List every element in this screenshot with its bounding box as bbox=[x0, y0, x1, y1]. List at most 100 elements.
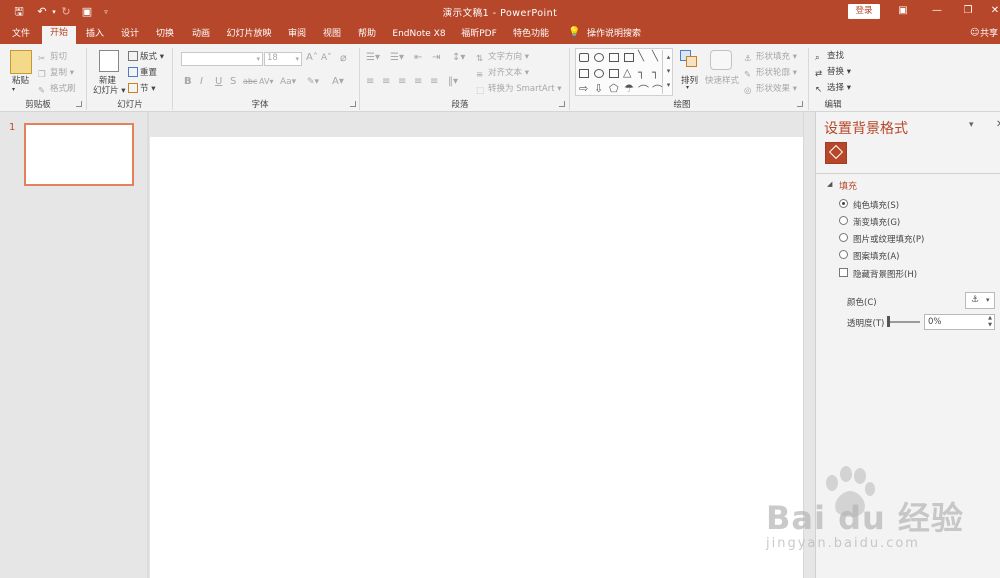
pane-options-icon[interactable]: ▾ bbox=[969, 120, 974, 130]
tab-design[interactable]: 设计 bbox=[115, 27, 145, 44]
tab-animations[interactable]: 动画 bbox=[186, 27, 216, 44]
gallery-scroll-icon[interactable]: ▴ ▾ ▾ bbox=[662, 50, 674, 94]
copy-button[interactable]: ❐ 复制 ▾ bbox=[38, 66, 74, 80]
font-launcher-icon[interactable] bbox=[350, 101, 356, 107]
shape-item[interactable]: ╲ bbox=[652, 51, 658, 62]
clipboard-launcher-icon[interactable] bbox=[76, 101, 82, 107]
columns-icon[interactable]: ‖▾ bbox=[448, 76, 458, 87]
section-button[interactable]: 节 ▾ bbox=[128, 82, 155, 94]
transparency-slider-handle[interactable] bbox=[887, 316, 890, 327]
tab-foxit-pdf[interactable]: 福昕PDF bbox=[454, 27, 504, 44]
shadow-button[interactable]: S bbox=[230, 76, 236, 87]
select-button[interactable]: ↖ 选择 ▾ bbox=[815, 81, 851, 95]
tell-me-search[interactable]: 操作说明搜索 bbox=[584, 27, 644, 44]
shrink-font-button[interactable]: A˅ bbox=[321, 53, 332, 63]
shape-item[interactable]: ┐ bbox=[638, 66, 645, 79]
shapes-gallery[interactable]: ╲ ╲ △ ┐ ┐ ⇨ ⇩ ⬠ ☂ ⌒ ⌒ bbox=[575, 48, 673, 98]
collapse-caret-icon[interactable]: ◢ bbox=[827, 180, 832, 188]
align-right-icon[interactable]: ≡ bbox=[398, 76, 406, 87]
color-picker-button[interactable]: ⚓ ▾ bbox=[965, 292, 995, 309]
grow-font-button[interactable]: A˄ bbox=[306, 52, 318, 63]
shape-item[interactable]: ⇨ bbox=[579, 82, 588, 95]
new-slide-icon[interactable] bbox=[99, 50, 119, 72]
cut-button[interactable]: ✂ 剪切 bbox=[38, 50, 67, 64]
align-text-button[interactable]: ≡ 对齐文本 ▾ bbox=[476, 66, 529, 80]
shape-item[interactable]: ⬠ bbox=[609, 82, 619, 95]
strikethrough-button[interactable]: abc bbox=[243, 77, 257, 86]
italic-button[interactable]: I bbox=[200, 76, 203, 87]
arrange-icon[interactable] bbox=[680, 50, 698, 68]
tab-view[interactable]: 视图 bbox=[317, 27, 347, 44]
font-color-button[interactable]: A▾ bbox=[332, 76, 344, 87]
shape-item[interactable]: △ bbox=[623, 66, 631, 79]
transparency-input[interactable]: 0% ▲ ▼ bbox=[924, 314, 995, 330]
pattern-fill-radio[interactable] bbox=[839, 250, 848, 259]
tab-insert[interactable]: 插入 bbox=[80, 27, 110, 44]
align-left-icon[interactable]: ≡ bbox=[366, 76, 374, 87]
font-size-combo[interactable]: 18 ▾ bbox=[264, 52, 302, 66]
change-case-button[interactable]: Aa▾ bbox=[280, 77, 296, 87]
picture-fill-label[interactable]: 图片或纹理填充(P) bbox=[853, 233, 924, 245]
solid-fill-label[interactable]: 纯色填充(S) bbox=[853, 199, 899, 211]
fill-section-title[interactable]: 填充 bbox=[839, 179, 857, 192]
shape-outline-button[interactable]: ✎ 形状轮廓 ▾ bbox=[744, 66, 797, 80]
fill-category-icon[interactable] bbox=[825, 142, 847, 164]
shape-item[interactable] bbox=[594, 69, 604, 78]
tab-transitions[interactable]: 切换 bbox=[150, 27, 180, 44]
login-button[interactable]: 登录 bbox=[848, 4, 880, 19]
reset-button[interactable]: 重置 bbox=[128, 66, 157, 78]
align-center-icon[interactable]: ≡ bbox=[382, 76, 390, 87]
slide-canvas[interactable] bbox=[150, 137, 803, 578]
layout-button[interactable]: 版式 ▾ bbox=[128, 50, 164, 62]
paste-icon[interactable] bbox=[10, 50, 32, 74]
shape-item[interactable]: ╲ bbox=[638, 51, 644, 62]
restore-icon[interactable]: ❐ bbox=[958, 3, 978, 19]
shape-item[interactable]: ☂ bbox=[624, 82, 634, 95]
hide-graphics-label[interactable]: 隐藏背景图形(H) bbox=[853, 268, 917, 280]
tab-endnote[interactable]: EndNote X8 bbox=[388, 27, 450, 44]
shape-item[interactable] bbox=[579, 53, 589, 62]
highlight-icon[interactable]: ✎▾ bbox=[307, 77, 319, 87]
shape-item[interactable]: ┐ bbox=[652, 66, 659, 79]
arrange-button[interactable]: 排列 bbox=[681, 74, 698, 86]
solid-fill-radio[interactable] bbox=[839, 199, 848, 208]
increase-indent-icon[interactable]: ⇥ bbox=[432, 52, 440, 63]
shape-item[interactable]: ⌒ bbox=[638, 82, 649, 98]
transparency-slider[interactable] bbox=[888, 321, 920, 323]
font-name-combo[interactable]: ▾ bbox=[181, 52, 263, 66]
shape-item[interactable] bbox=[594, 53, 604, 62]
shape-item[interactable] bbox=[609, 69, 619, 78]
shape-item[interactable] bbox=[609, 53, 619, 62]
gradient-fill-label[interactable]: 渐变填充(G) bbox=[853, 216, 900, 228]
close-icon[interactable]: ✕ bbox=[985, 3, 1000, 19]
tab-slideshow[interactable]: 幻灯片放映 bbox=[222, 27, 276, 44]
share-button[interactable]: 共享 bbox=[980, 27, 1000, 44]
format-painter-button[interactable]: ✎ 格式刷 bbox=[38, 82, 76, 96]
pattern-fill-label[interactable]: 图案填充(A) bbox=[853, 250, 899, 262]
underline-button[interactable]: U bbox=[215, 76, 222, 87]
tab-review[interactable]: 审阅 bbox=[282, 27, 312, 44]
hide-graphics-checkbox[interactable] bbox=[839, 268, 848, 277]
tab-home[interactable]: 开始 bbox=[42, 26, 76, 44]
distributed-icon[interactable]: ≡ bbox=[430, 76, 438, 87]
replace-button[interactable]: ⇄ 替换 ▾ bbox=[815, 65, 851, 79]
paragraph-launcher-icon[interactable] bbox=[559, 101, 565, 107]
slide-thumbnail[interactable] bbox=[24, 123, 134, 186]
quick-styles-button[interactable]: 快速样式 bbox=[705, 74, 739, 86]
numbering-icon[interactable]: ☰▾ bbox=[390, 52, 404, 63]
tab-help[interactable]: 帮助 bbox=[352, 27, 382, 44]
text-direction-button[interactable]: ⇅ 文字方向 ▾ bbox=[476, 50, 529, 64]
gradient-fill-radio[interactable] bbox=[839, 216, 848, 225]
line-spacing-icon[interactable]: ↕▾ bbox=[452, 52, 465, 63]
clear-format-icon[interactable]: ⌀ bbox=[340, 51, 347, 64]
shape-item[interactable] bbox=[579, 69, 589, 78]
bold-button[interactable]: B bbox=[184, 76, 192, 87]
picture-fill-radio[interactable] bbox=[839, 233, 848, 242]
tab-file[interactable]: 文件 bbox=[6, 27, 36, 44]
shape-fill-button[interactable]: ⚓ 形状填充 ▾ bbox=[744, 50, 797, 64]
justify-icon[interactable]: ≡ bbox=[414, 76, 422, 87]
shape-effects-button[interactable]: ◎ 形状效果 ▾ bbox=[744, 82, 797, 96]
shape-item[interactable] bbox=[624, 53, 634, 62]
paste-button[interactable]: 粘贴 bbox=[12, 74, 29, 86]
ribbon-display-icon[interactable]: ▣ bbox=[893, 3, 913, 19]
